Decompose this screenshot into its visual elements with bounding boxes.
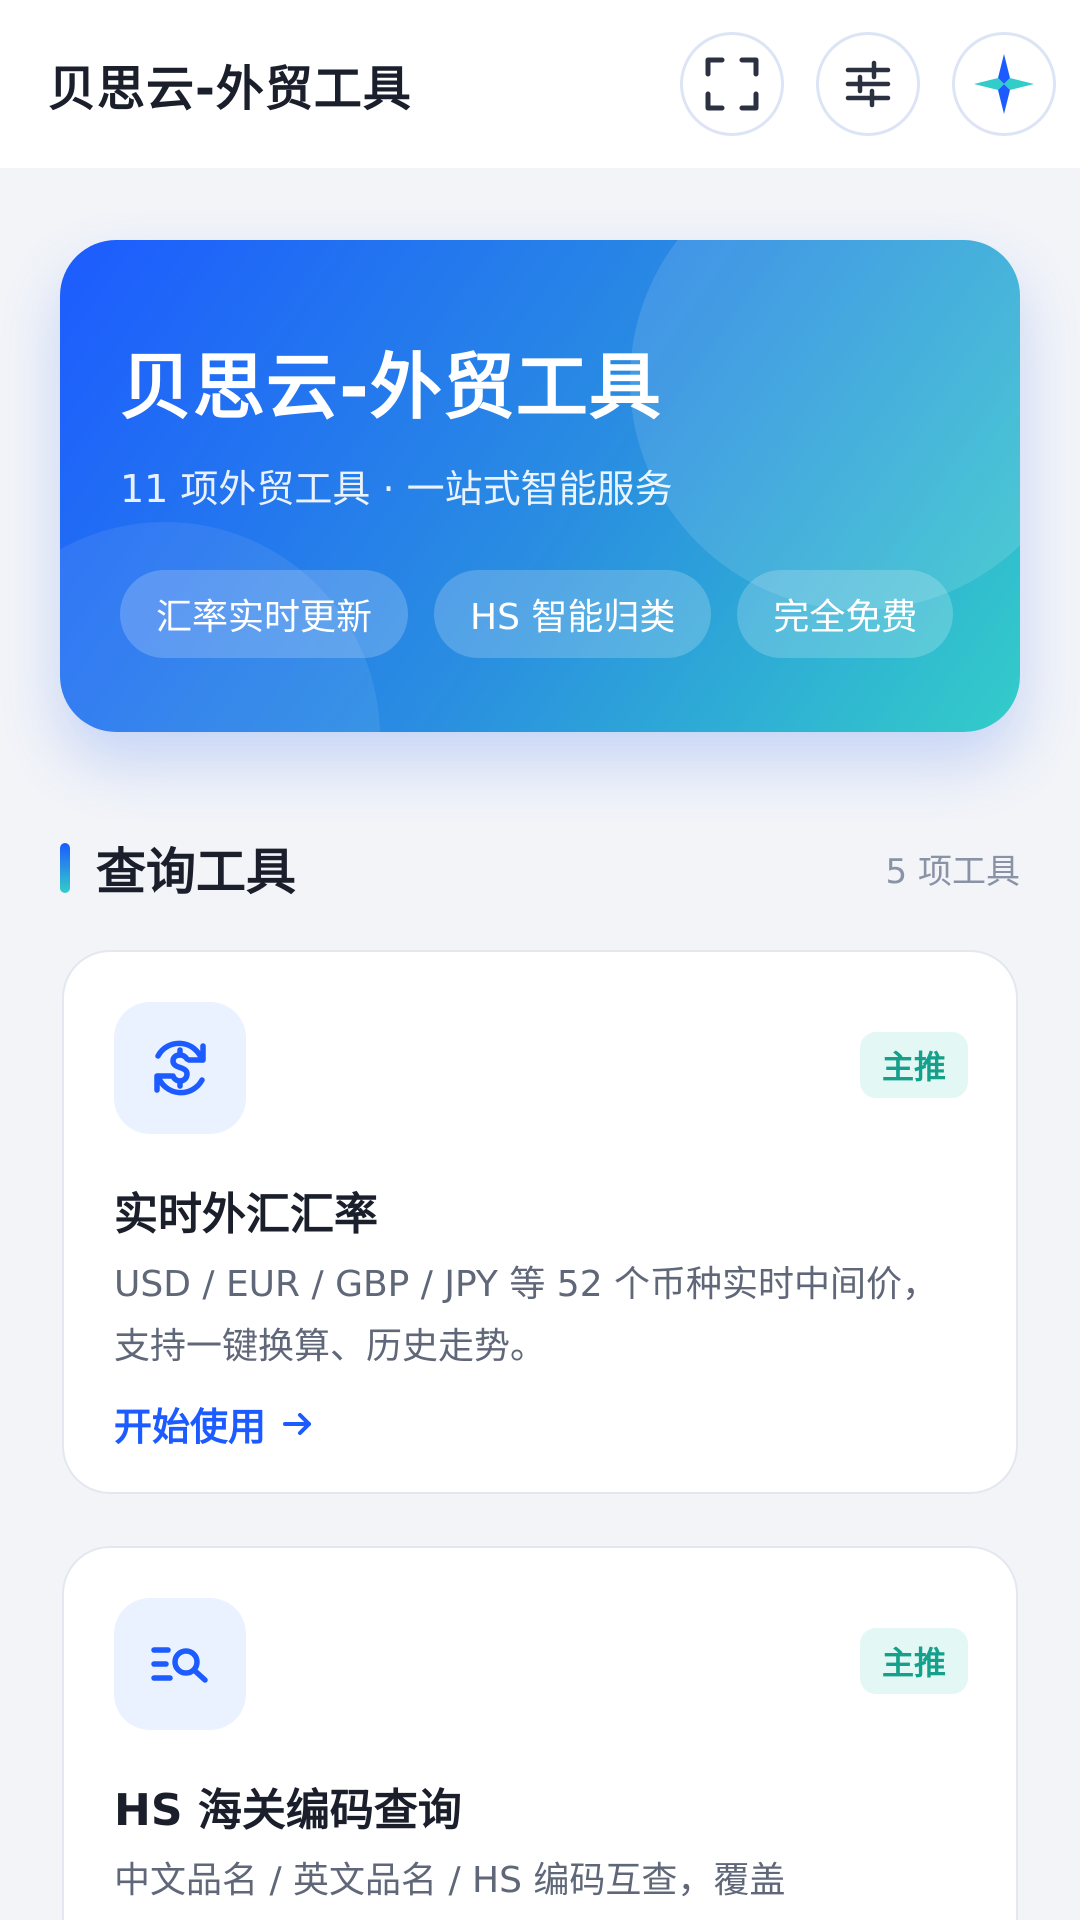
app-logo-icon [974,54,1034,114]
tool-card-hs-code[interactable]: 主推 HS 海关编码查询 中文品名 / 英文品名 / HS 编码互查，覆盖 [62,1546,1018,1920]
start-using-label: 开始使用 [114,1405,267,1449]
section-title-group: 查询工具 [60,832,296,904]
hero-tag-exchange-rate: 汇率实时更新 [120,570,409,658]
sliders-icon [845,60,891,108]
tool-icon-container [114,1002,246,1134]
hero-subtitle: 11 项外贸工具 · 一站式智能服务 [120,467,673,511]
tool-title: 实时外汇汇率 [114,1189,378,1240]
section-title: 查询工具 [96,843,296,901]
hero-banner: 贝思云-外贸工具 11 项外贸工具 · 一站式智能服务 汇率实时更新 HS 智能… [60,240,1020,732]
hero-title: 贝思云-外贸工具 [120,345,662,429]
tool-card-exchange-rate[interactable]: 主推 实时外汇汇率 USD / EUR / GBP / JPY 等 52 个币种… [62,950,1018,1494]
hero-tags: 汇率实时更新 HS 智能归类 完全免费 [120,570,954,658]
featured-badge: 主推 [859,1628,968,1694]
hero-tag-hs-classification: HS 智能归类 [434,570,712,658]
fullscreen-button[interactable] [680,32,784,136]
tool-title: HS 海关编码查询 [114,1785,462,1836]
app-logo-button[interactable] [952,32,1056,136]
list-search-icon [151,1647,208,1683]
featured-badge: 主推 [859,1032,968,1098]
currency-exchange-icon [154,1040,206,1096]
top-actions [680,32,1056,136]
app-title: 贝思云-外贸工具 [48,61,412,117]
section-header: 查询工具 5 项工具 [60,838,1020,901]
start-using-link[interactable]: 开始使用 [114,1396,316,1451]
section-tool-count: 5 项工具 [885,851,1020,892]
hero-tag-free: 完全免费 [737,570,954,658]
arrow-right-icon [283,1412,312,1435]
tool-description: 中文品名 / 英文品名 / HS 编码互查，覆盖 [114,1860,786,1901]
top-bar: 贝思云-外贸工具 [0,0,1080,168]
tool-description: USD / EUR / GBP / JPY 等 52 个币种实时中间价，支持一键… [114,1264,939,1367]
fullscreen-icon [705,57,759,111]
settings-button[interactable] [816,32,920,136]
tool-icon-container [114,1598,246,1730]
section-accent-bar [60,843,70,893]
hero-decoration-circle [630,240,1020,610]
